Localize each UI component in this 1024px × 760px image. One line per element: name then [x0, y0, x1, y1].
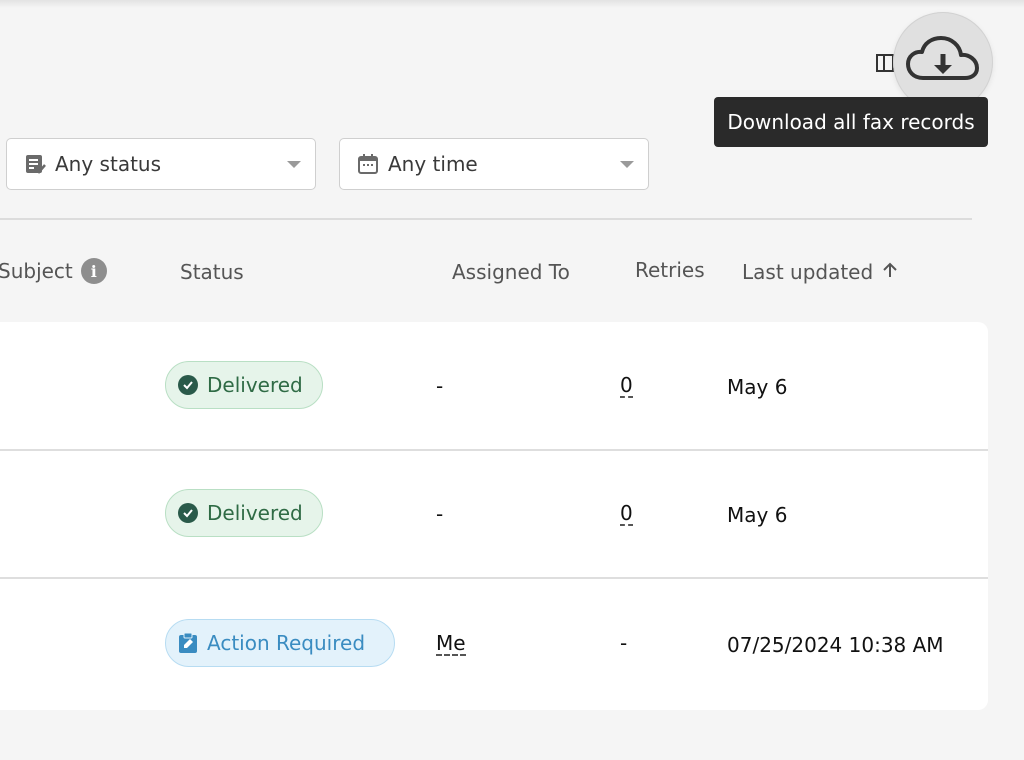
header-assigned-label: Assigned To [452, 260, 570, 284]
header-status-label: Status [180, 260, 244, 284]
last-updated-cell: 07/25/2024 10:38 AM [727, 633, 944, 657]
header-assigned-to[interactable]: Assigned To [452, 260, 570, 284]
fax-records-table: Delivered - 0 May 6 Delivered - 0 May 6 [0, 322, 988, 710]
status-badge-label: Delivered [207, 501, 303, 525]
last-updated-cell: May 6 [727, 503, 788, 527]
status-list-icon [24, 153, 46, 175]
table-row[interactable]: Delivered - 0 May 6 [0, 322, 988, 449]
status-badge-label: Action Required [207, 631, 366, 655]
table-row[interactable]: Action Required Me - 07/25/2024 10:38 AM [0, 579, 988, 710]
chevron-down-icon [287, 161, 301, 168]
header-last-updated-label: Last updated [742, 260, 874, 284]
header-subject-label: Subject [0, 259, 73, 283]
header-last-updated[interactable]: Last updated [742, 260, 899, 284]
retries-cell[interactable]: 0 [620, 502, 633, 526]
assigned-to-cell[interactable]: Me [436, 632, 466, 656]
top-bar-shadow [0, 0, 1024, 8]
status-badge: Delivered [165, 489, 323, 537]
check-circle-icon [178, 503, 198, 523]
status-filter-select[interactable]: Any status [6, 138, 316, 190]
download-tooltip: Download all fax records [714, 97, 988, 147]
time-filter-label: Any time [388, 152, 478, 176]
header-retries-label: Retries [635, 258, 705, 282]
assigned-to-cell: - [436, 374, 444, 398]
status-badge: Action Required [165, 619, 395, 667]
header-subject[interactable]: Subject i [0, 258, 107, 284]
columns-icon[interactable] [875, 52, 895, 74]
status-badge-label: Delivered [207, 373, 303, 397]
assigned-to-cell: - [436, 502, 444, 526]
calendar-icon [357, 153, 379, 175]
info-icon[interactable]: i [80, 258, 107, 284]
check-circle-icon [178, 375, 198, 395]
cloud-download-icon [905, 34, 981, 90]
header-status[interactable]: Status [180, 260, 244, 284]
status-badge: Delivered [165, 361, 323, 409]
sort-arrow-up-icon[interactable] [881, 260, 899, 284]
status-filter-label: Any status [55, 152, 162, 176]
time-filter-select[interactable]: Any time [339, 138, 649, 190]
last-updated-cell: May 6 [727, 375, 788, 399]
retries-cell[interactable]: 0 [620, 374, 633, 398]
retries-cell: - [620, 631, 628, 655]
chevron-down-icon [620, 161, 634, 168]
filter-divider [0, 218, 972, 220]
clipboard-edit-icon [178, 632, 198, 654]
table-row[interactable]: Delivered - 0 May 6 [0, 451, 988, 577]
header-retries[interactable]: Retries [635, 258, 705, 282]
